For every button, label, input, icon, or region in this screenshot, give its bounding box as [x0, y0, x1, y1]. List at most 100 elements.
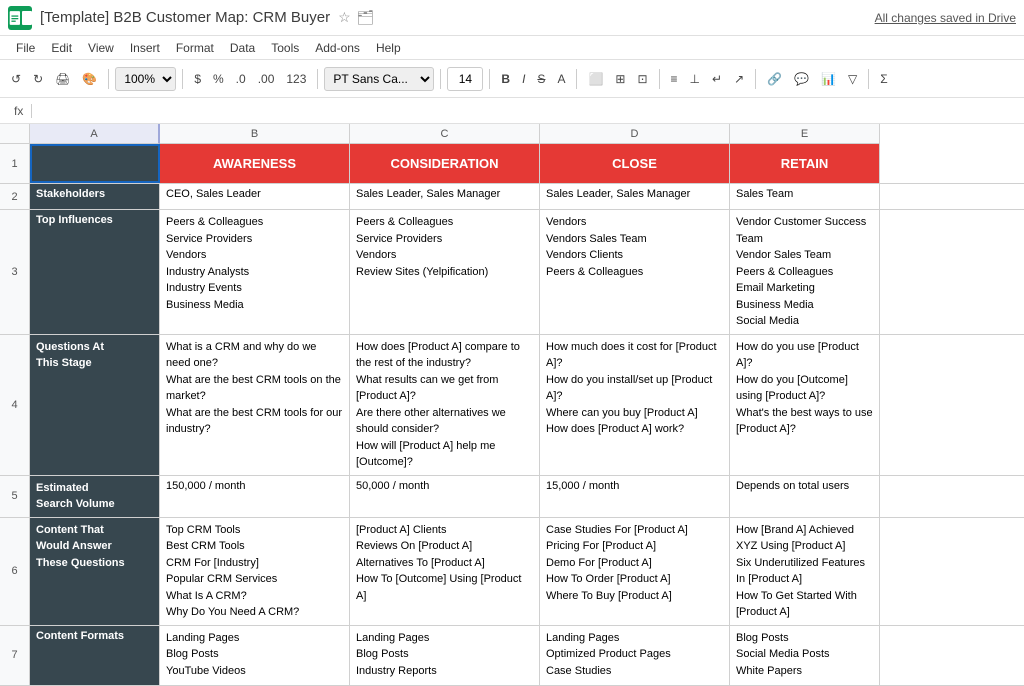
folder-icon[interactable]: 🗂	[357, 9, 375, 26]
col-header-e[interactable]: E	[730, 124, 880, 144]
italic-btn[interactable]: I	[517, 69, 530, 89]
paint-format-btn[interactable]: 🎨	[77, 69, 102, 89]
number-format-btn[interactable]: 123	[281, 69, 311, 89]
cell-6-e[interactable]: How [Brand A] Achieved XYZ Using [Produc…	[730, 518, 880, 625]
cell-2-b[interactable]: CEO, Sales Leader	[160, 184, 350, 209]
cell-1-a[interactable]	[30, 144, 160, 183]
cell-3-c[interactable]: Peers & Colleagues Service Providers Ven…	[350, 210, 540, 334]
cell-4-a[interactable]: Questions At This Stage	[30, 335, 160, 475]
bold-btn[interactable]: B	[496, 69, 515, 89]
cell-5-e[interactable]: Depends on total users	[730, 476, 880, 517]
col-header-d[interactable]: D	[540, 124, 730, 144]
redo-btn[interactable]: ↻	[28, 69, 48, 89]
decimal-dec-btn[interactable]: .0	[231, 69, 251, 89]
sep1	[108, 69, 109, 89]
chart-btn[interactable]: 📊	[816, 69, 841, 89]
font-size-input[interactable]	[447, 67, 483, 91]
cell-1-e[interactable]: RETAIN	[730, 144, 880, 183]
undo-btn[interactable]: ↺	[6, 69, 26, 89]
wrap-btn[interactable]: ↵	[707, 69, 727, 89]
percent-btn[interactable]: %	[208, 69, 229, 89]
cell-5-b[interactable]: 150,000 / month	[160, 476, 350, 517]
sep6	[576, 69, 577, 89]
cell-1-d[interactable]: CLOSE	[540, 144, 730, 183]
menu-insert[interactable]: Insert	[122, 39, 168, 57]
sep4	[440, 69, 441, 89]
merge-btn[interactable]: ⊡	[632, 69, 652, 89]
menu-tools[interactable]: Tools	[263, 39, 307, 57]
sep3	[317, 69, 318, 89]
text-color-btn[interactable]: A	[552, 69, 570, 89]
menu-view[interactable]: View	[80, 39, 122, 57]
doc-title: [Template] B2B Customer Map: CRM Buyer	[40, 9, 330, 26]
cell-2-a[interactable]: Stakeholders	[30, 184, 160, 209]
print-btn[interactable]: 🖨	[50, 69, 75, 89]
row-num-3: 3	[0, 210, 30, 334]
cell-4-b[interactable]: What is a CRM and why do we need one? Wh…	[160, 335, 350, 475]
cell-6-d[interactable]: Case Studies For [Product A] Pricing For…	[540, 518, 730, 625]
menu-edit[interactable]: Edit	[43, 39, 80, 57]
table-row: 2 Stakeholders CEO, Sales Leader Sales L…	[0, 184, 1024, 210]
row-num-1: 1	[0, 144, 30, 183]
menu-file[interactable]: File	[8, 39, 43, 57]
comment-btn[interactable]: 💬	[789, 69, 814, 89]
cell-7-b[interactable]: Landing Pages Blog Posts YouTube Videos	[160, 626, 350, 685]
currency-btn[interactable]: $	[189, 69, 206, 89]
align-btn[interactable]: ≡	[666, 69, 683, 89]
cell-7-c[interactable]: Landing Pages Blog Posts Industry Report…	[350, 626, 540, 685]
menu-help[interactable]: Help	[368, 39, 409, 57]
formula-label: fx	[6, 104, 32, 118]
cell-2-d[interactable]: Sales Leader, Sales Manager	[540, 184, 730, 209]
zoom-select[interactable]: 100%	[115, 67, 176, 91]
col-header-b[interactable]: B	[160, 124, 350, 144]
cell-6-b[interactable]: Top CRM Tools Best CRM Tools CRM For [In…	[160, 518, 350, 625]
menu-data[interactable]: Data	[222, 39, 263, 57]
table-row: 6 Content That Would Answer These Questi…	[0, 518, 1024, 626]
menu-format[interactable]: Format	[168, 39, 222, 57]
cell-4-c[interactable]: How does [Product A] compare to the rest…	[350, 335, 540, 475]
cell-3-d[interactable]: Vendors Vendors Sales Team Vendors Clien…	[540, 210, 730, 334]
font-select[interactable]: PT Sans Ca...	[324, 67, 434, 91]
table-row: 1 AWARENESS CONSIDERATION CLOSE RETAIN	[0, 144, 1024, 184]
borders-btn[interactable]: ⊞	[610, 69, 630, 89]
star-icon[interactable]: ☆	[338, 9, 351, 26]
cell-1-b[interactable]: AWARENESS	[160, 144, 350, 183]
formula-input[interactable]	[40, 104, 1018, 118]
cell-2-e[interactable]: Sales Team	[730, 184, 880, 209]
cell-5-c[interactable]: 50,000 / month	[350, 476, 540, 517]
table-row: 4 Questions At This Stage What is a CRM …	[0, 335, 1024, 476]
sep5	[489, 69, 490, 89]
cell-4-d[interactable]: How much does it cost for [Product A]? H…	[540, 335, 730, 475]
cell-1-c[interactable]: CONSIDERATION	[350, 144, 540, 183]
cell-3-b[interactable]: Peers & Colleagues Service Providers Ven…	[160, 210, 350, 334]
menu-addons[interactable]: Add-ons	[307, 39, 368, 57]
cell-3-e[interactable]: Vendor Customer Success Team Vendor Sale…	[730, 210, 880, 334]
cell-3-a[interactable]: Top Influences	[30, 210, 160, 334]
cell-2-c[interactable]: Sales Leader, Sales Manager	[350, 184, 540, 209]
fill-color-btn[interactable]: ⬜	[583, 69, 608, 89]
valign-btn[interactable]: ⊥	[685, 69, 705, 89]
corner-header	[0, 124, 30, 144]
sep2	[182, 69, 183, 89]
cell-7-a[interactable]: Content Formats	[30, 626, 160, 685]
cell-5-a[interactable]: Estimated Search Volume	[30, 476, 160, 517]
cell-6-c[interactable]: [Product A] Clients Reviews On [Product …	[350, 518, 540, 625]
table-row: 3 Top Influences Peers & Colleagues Serv…	[0, 210, 1024, 335]
row-num-7: 7	[0, 626, 30, 685]
filter-btn[interactable]: ▽	[843, 69, 862, 89]
cell-7-d[interactable]: Landing Pages Optimized Product Pages Ca…	[540, 626, 730, 685]
cell-7-e[interactable]: Blog Posts Social Media Posts White Pape…	[730, 626, 880, 685]
function-btn[interactable]: Σ	[875, 69, 892, 89]
col-header-c[interactable]: C	[350, 124, 540, 144]
link-btn[interactable]: 🔗	[762, 69, 787, 89]
col-header-a[interactable]: A	[30, 124, 160, 144]
strikethrough-btn[interactable]: S	[532, 69, 550, 89]
cell-6-a[interactable]: Content That Would Answer These Question…	[30, 518, 160, 625]
cell-5-d[interactable]: 15,000 / month	[540, 476, 730, 517]
title-icons: ☆ 🗂	[338, 9, 374, 26]
formula-bar: fx	[0, 98, 1024, 124]
rotate-btn[interactable]: ↗	[729, 69, 749, 89]
col-header-row: A B C D E	[0, 124, 1024, 144]
cell-4-e[interactable]: How do you use [Product A]? How do you […	[730, 335, 880, 475]
decimal-inc-btn[interactable]: .00	[253, 69, 280, 89]
